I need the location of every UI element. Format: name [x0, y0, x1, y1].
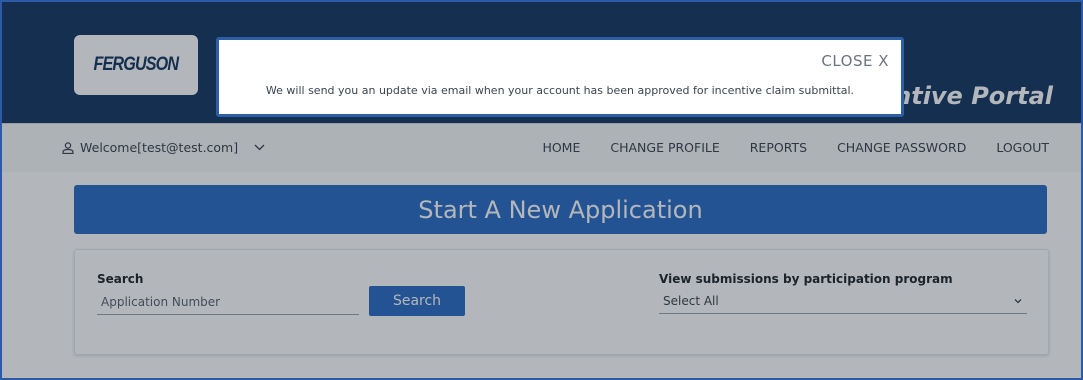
app-frame: FERGUSON centive Portal Welcome[test@tes…: [0, 0, 1083, 380]
close-button[interactable]: CLOSE X: [821, 52, 889, 70]
modal-message: We will send you an update via email whe…: [265, 84, 855, 97]
notification-modal: CLOSE X We will send you an update via e…: [216, 37, 904, 117]
